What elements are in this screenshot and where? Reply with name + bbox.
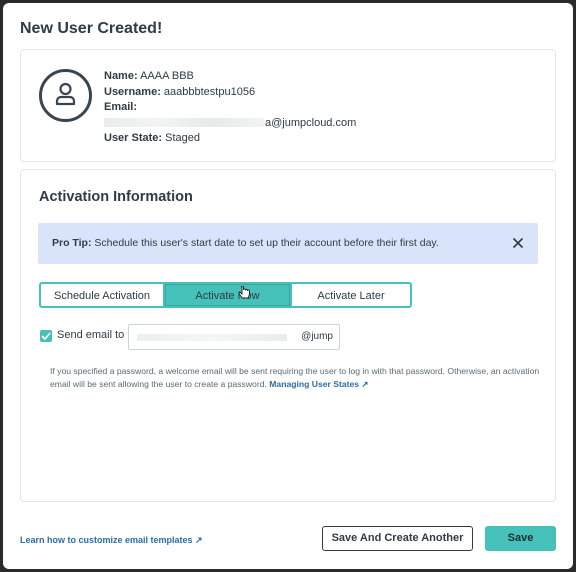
cursor-hand-icon [239, 286, 250, 299]
email-input-suffix: @jump [301, 331, 333, 342]
user-name-row: Name: AAAA BBB [104, 70, 194, 82]
managing-user-states-link[interactable]: Managing User States ↗ [269, 379, 368, 389]
save-and-create-another-button[interactable]: Save And Create Another [322, 526, 473, 551]
send-email-input[interactable]: @jump [128, 324, 340, 350]
user-email-row: Email: [104, 101, 138, 113]
user-state-row: User State: Staged [104, 132, 201, 144]
tab-schedule-activation[interactable]: Schedule Activation [39, 282, 165, 308]
pro-tip-text: Schedule this user's start date to set u… [94, 237, 439, 249]
user-details: Name: AAAA BBB Username: aaabbbtestpu105… [104, 69, 356, 147]
tab-activate-now[interactable]: Activate Now [165, 282, 290, 308]
user-icon [55, 82, 76, 106]
user-username-row: Username: aaabbbtestpu1056 [104, 85, 256, 98]
pro-tip-banner: Pro Tip: Schedule this user's start date… [38, 223, 538, 264]
redacted-email [104, 118, 264, 128]
modal-title: New User Created! [20, 20, 163, 37]
user-email-value: a@jumpcloud.com [104, 116, 356, 132]
pro-tip-label: Pro Tip: [52, 237, 92, 249]
send-email-checkbox[interactable] [40, 330, 52, 342]
close-icon[interactable] [512, 237, 524, 249]
activation-card: Activation Information Pro Tip: Schedule… [20, 169, 556, 502]
redacted-email [137, 334, 287, 341]
activation-title: Activation Information [39, 189, 193, 205]
help-text: If you specified a password, a welcome e… [50, 366, 540, 389]
user-summary-card: Name: AAAA BBB Username: aaabbbtestpu105… [20, 49, 556, 162]
tab-activate-later[interactable]: Activate Later [290, 282, 412, 308]
save-button[interactable]: Save [485, 526, 556, 551]
send-email-label: Send email to [57, 329, 125, 341]
avatar [39, 69, 92, 122]
checkmark-icon [41, 332, 51, 340]
new-user-modal: New User Created! Name: AAAA BBB Usernam… [3, 3, 573, 569]
activation-options: Schedule Activation Activate Now Activat… [39, 282, 412, 308]
customize-email-templates-link[interactable]: Learn how to customize email templates ↗ [20, 535, 203, 546]
